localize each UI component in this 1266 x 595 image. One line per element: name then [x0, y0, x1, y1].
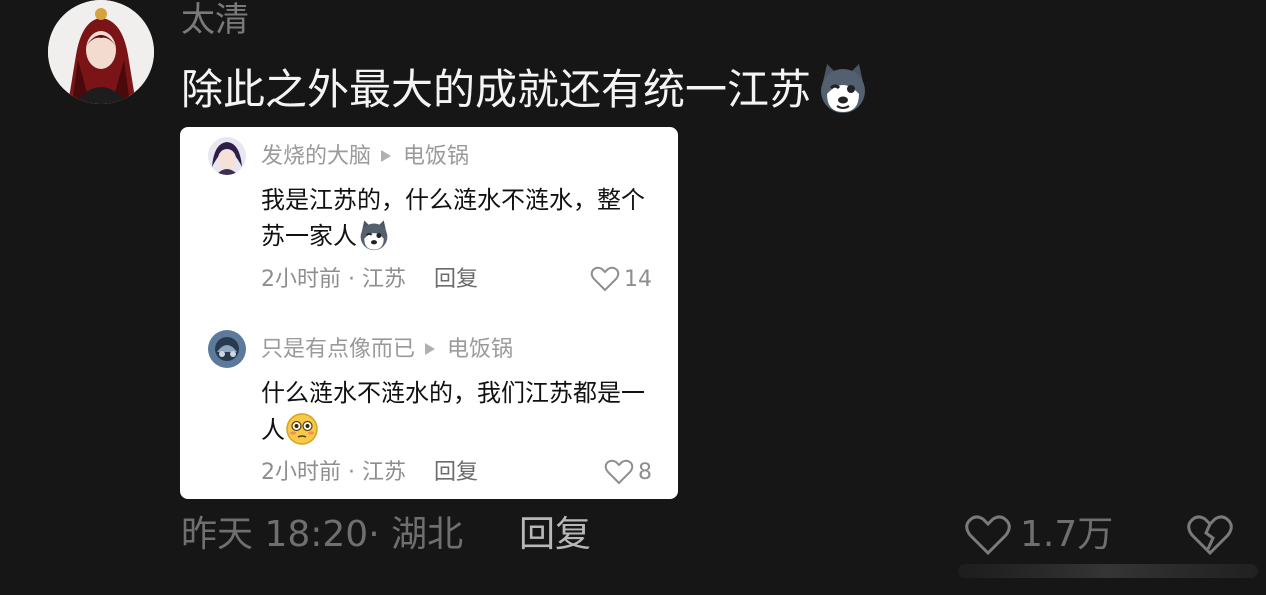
comment-meta: 昨天 18:20· 湖北: [181, 514, 464, 555]
comment-username[interactable]: 太清: [181, 0, 249, 40]
heart-icon: [590, 266, 620, 292]
avatar: [208, 330, 246, 368]
reply-text-line1: 什么涟水不涟水的，我们江苏都是一: [261, 379, 645, 407]
reply-location: 江苏: [361, 460, 406, 485]
comment-location: 湖北: [391, 514, 464, 555]
avatar: [208, 137, 246, 175]
like-count: 1.7万: [1020, 514, 1114, 555]
reply-location: 江苏: [361, 267, 406, 292]
reply-text-line1: 我是江苏的，什么涟水不涟水，整个: [261, 186, 645, 214]
reply-text: 人: [261, 416, 285, 444]
like-count: 8: [638, 460, 652, 485]
reply-text-line2: 人: [261, 410, 678, 450]
reply-footer: 2小时前 · 江苏 回复: [261, 267, 479, 292]
reply-username[interactable]: 只是有点像而已: [261, 337, 415, 362]
reply-meta: 发烧的大脑 电饭锅: [261, 143, 469, 171]
comment-time: 昨天 18:20: [181, 514, 369, 555]
reply-target[interactable]: 电饭锅: [403, 144, 469, 169]
play-triangle-icon: [425, 343, 436, 355]
broken-heart-icon: [1187, 515, 1233, 556]
user-avatar[interactable]: [48, 0, 154, 104]
reply-meta: 只是有点像而已 电饭锅: [261, 336, 513, 364]
watermark: [958, 556, 1258, 586]
comment-body: 除此之外最大的成就还有统一江苏: [181, 60, 871, 116]
husky-emoji-icon: [357, 218, 391, 252]
reply-button[interactable]: 回复: [434, 267, 478, 292]
comment-text: 除此之外最大的成就还有统一江苏: [181, 65, 812, 114]
reply-footer: 2小时前 · 江苏 回复: [261, 460, 479, 485]
reply-target[interactable]: 电饭锅: [447, 337, 513, 362]
reply-time: 2小时前: [261, 460, 341, 485]
heart-icon: [604, 459, 634, 485]
husky-emoji-icon: [815, 60, 871, 116]
like-count: 14: [624, 267, 652, 292]
play-triangle-icon: [381, 150, 392, 162]
dislike-button[interactable]: [1186, 513, 1234, 561]
reply-text-line2: 苏一家人: [261, 216, 678, 256]
reply-username[interactable]: 发烧的大脑: [261, 144, 371, 169]
reply-button[interactable]: 回复: [434, 460, 478, 485]
flushed-emoji-icon: [285, 412, 319, 446]
heart-icon: [965, 515, 1011, 556]
embedded-screenshot: 发烧的大脑 电饭锅 我是江苏的，什么涟水不涟水，整个 苏一家人 2小时前 · 江苏…: [180, 127, 678, 499]
reply-time: 2小时前: [261, 267, 341, 292]
like-button[interactable]: 14: [590, 266, 652, 294]
reply-button[interactable]: 回复: [519, 512, 591, 558]
like-button[interactable]: 8: [604, 459, 652, 487]
reply-text: 苏一家人: [261, 222, 357, 250]
like-button[interactable]: 1.7万: [964, 512, 1113, 558]
